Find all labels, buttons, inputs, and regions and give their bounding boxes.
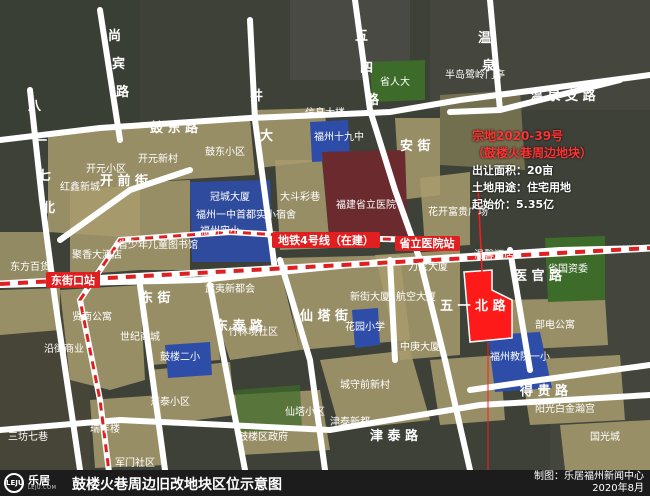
location-map: 地铁4号线（在建） 省立医院站 东街口站 尚 宾 路 鼓 东 路 五 四 路 温… xyxy=(0,0,650,496)
place-bugai: 部电公寓 xyxy=(535,318,575,331)
credit-line2: 2020年8月 xyxy=(592,483,644,494)
place-chengshi: 城守前新村 xyxy=(340,378,390,391)
credit-line1: 制图：乐居福州新闻中心 xyxy=(534,471,644,482)
place-dongfang: 东方百货 xyxy=(10,260,50,273)
place-xinxin: 信息大楼 xyxy=(305,106,345,119)
place-shengguo: 省国资委 xyxy=(548,262,588,275)
place-shengrenda: 省人大 xyxy=(380,75,410,88)
logo-sub: LEJU.COM xyxy=(28,485,57,491)
parcel-title: 宗地2020-39号 xyxy=(472,129,564,143)
parcel-area: 出让面积：20亩 xyxy=(472,164,554,177)
place-xinjie: 新街大厦 xyxy=(350,290,390,303)
place-fuzhou1: 福州一中首都实小宿舍 xyxy=(196,208,296,221)
road-label-dongjie: 东 街 xyxy=(140,290,171,306)
parcel-price: 起始价：5.35亿 xyxy=(472,198,555,211)
parcel-info-box: 宗地2020-39号 （鼓楼火巷周边地块） 出让面积：20亩 土地用途：住宅用地… xyxy=(472,128,632,213)
residential-zone xyxy=(140,180,190,270)
place-zhuhui: 竹林境社区 xyxy=(228,325,278,338)
place-jiaoyu: 福州教院一小 xyxy=(490,350,550,363)
place-gudong-xiaoqu: 鼓东小区 xyxy=(205,145,245,158)
residential-zone xyxy=(560,420,650,470)
road-label-bayi-2: 一 xyxy=(34,134,47,149)
road-label-wusi-1: 五 xyxy=(355,29,368,44)
place-shengnian: 省少年儿童图书馆 xyxy=(118,238,198,251)
road-label-xiantang: 仙 塔 街 xyxy=(300,308,348,324)
road-label-jingda-2: 大 xyxy=(260,128,273,144)
residential-zone xyxy=(0,288,60,335)
dongjiekou-label: 东街口站 xyxy=(51,273,95,287)
road-label-bayi-3: 七 xyxy=(38,169,51,184)
road-label-dezheng: 得 贵 路 xyxy=(519,383,569,399)
place-hangkong: 航空大厦 xyxy=(396,290,436,303)
place-sanfang: 三坊七巷 xyxy=(8,430,48,443)
place-yangguang: 阳光白金瀚宫 xyxy=(535,402,595,415)
place-yanyi: 沿街商业 xyxy=(44,342,84,355)
place-bantang: 半岛鹭岭门亭 xyxy=(445,68,505,81)
place-jintai-xin: 津泰新都 xyxy=(330,415,370,428)
place-shixiao: 福州实小 xyxy=(200,224,240,237)
place-ruifeng: 瑞丰楼 xyxy=(90,422,120,435)
place-dadou: 大斗彩巷 xyxy=(280,190,320,203)
road-label-bayi-4: 北 xyxy=(42,201,55,216)
road-label-shangbin-3: 路 xyxy=(116,84,130,100)
place-guanyuan: 冠城大厦 xyxy=(210,190,250,203)
place-wenhua: 温馨酒店 xyxy=(474,248,514,261)
road-label-wuyi: 五 一 北 路 xyxy=(440,298,507,314)
place-wuyi-jiao: 武夷新都会 xyxy=(205,282,255,295)
road-label-shangbin-2: 宾 xyxy=(112,56,125,72)
place-zhongdong: 中庚大厦 xyxy=(400,340,440,353)
place-juxian: 聚香大酒店 xyxy=(72,248,122,261)
place-shiji: 世纪商城 xyxy=(120,330,160,343)
road-label-kaiyuan: 开 前 街 xyxy=(100,173,148,189)
place-huayuan: 花园小学 xyxy=(345,320,385,333)
parcel-subtitle: （鼓楼火巷周边地块） xyxy=(472,146,593,160)
leju-logo-icon: LEJU xyxy=(4,473,24,493)
place-ligong: 力宝大厦 xyxy=(408,260,448,273)
road-label-wusi-2: 四 xyxy=(360,61,373,76)
place-gulou-gov: 鼓楼区政府 xyxy=(238,430,288,443)
place-hongsheng: 红鑫新城 xyxy=(60,180,100,193)
road-label-jintai: 津 泰 路 xyxy=(370,428,419,444)
residential-zone xyxy=(0,232,48,282)
station-label: 省立医院站 xyxy=(399,236,455,250)
place-kaiyuan-xincun: 开元新村 xyxy=(138,152,178,165)
credit: 制图：乐居福州新闻中心 2020年8月 xyxy=(534,471,644,495)
parcel-use: 土地用途：住宅用地 xyxy=(472,181,571,194)
road-label-shangbin-1: 尚 xyxy=(108,28,121,44)
road-label-jingda-1: 井 xyxy=(250,88,263,104)
place-hospital: 福建省立医院 xyxy=(336,198,396,211)
place-xiangmen: 贤南公寓 xyxy=(72,310,112,323)
map-title: 鼓楼火巷周边旧改地块区位示意图 xyxy=(72,477,282,493)
place-dongtai-xiaoqu: 东泰小区 xyxy=(150,395,190,408)
place-guoguang: 国光城 xyxy=(590,430,620,443)
road-label-wusi-3: 路 xyxy=(366,92,380,108)
road-label-wenquan-1: 温 xyxy=(478,31,491,46)
place-erxiao: 鼓楼二小 xyxy=(160,350,200,363)
place-fuzhou19: 福州十九中 xyxy=(314,130,364,143)
road-label-bayi-1: 八 xyxy=(27,99,42,114)
road-label-gudong: 鼓 东 路 xyxy=(150,120,199,136)
place-xianta-xiaoqu: 仙塔小区 xyxy=(285,405,325,418)
place-kaiyuan-xiaoqu: 开元小区 xyxy=(86,163,126,175)
footer-bar: LEJU 乐居 LEJU.COM 鼓楼火巷周边旧改地块区位示意图 制图：乐居福州… xyxy=(0,470,650,496)
line4-label: 地铁4号线（在建） xyxy=(278,233,374,247)
road-label-anjie: 安 街 xyxy=(400,138,431,154)
place-junmen: 军门社区 xyxy=(115,456,155,469)
road-label-wenquan-zhi: 温 泉 支 路 xyxy=(530,88,597,104)
